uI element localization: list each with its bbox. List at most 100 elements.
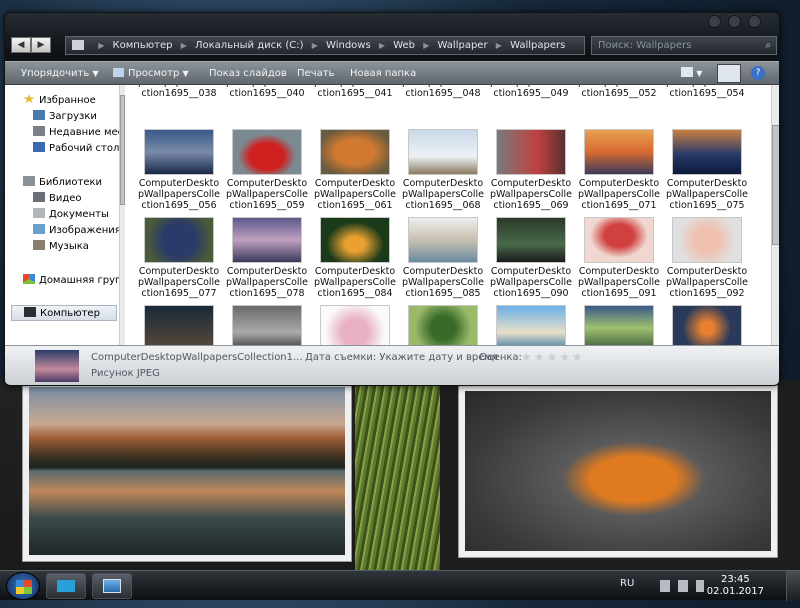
desktop-photo-orange-car [458, 384, 778, 558]
rating-stars[interactable]: ★★★★★ [521, 350, 585, 364]
change-view-icon[interactable]: ▼ [681, 62, 702, 85]
nav-desktop[interactable]: Рабочий стол [33, 141, 119, 157]
selected-thumbnail [35, 350, 79, 382]
file-item[interactable]: ComputerDesktopWallpapersCollection1695_… [225, 129, 309, 211]
picture-icon [103, 579, 121, 593]
file-thumbnail [584, 305, 654, 345]
picture-icon [113, 68, 124, 77]
file-item[interactable]: ComputerDesktopWallpapersCollection1695_… [665, 85, 749, 99]
file-thumbnail [672, 129, 742, 175]
nav-documents[interactable]: Документы [33, 207, 109, 223]
file-item[interactable]: ComputerDesktopWallpapersCollection1695_… [489, 129, 573, 211]
print-button[interactable]: Печать [297, 62, 334, 85]
file-item[interactable]: ComputerDesktopWallpapersCollection1695_… [137, 129, 221, 211]
date-taken-label[interactable]: Дата съемки: Укажите дату и время [305, 352, 498, 363]
file-item[interactable] [225, 305, 309, 345]
search-placeholder: Поиск: Wallpapers [598, 40, 692, 51]
nav-scrollbar[interactable] [119, 85, 125, 345]
file-name: ComputerDesktopWallpapersCollection1695_… [226, 85, 308, 99]
file-item[interactable]: ComputerDesktopWallpapersCollection1695_… [401, 217, 485, 299]
file-item[interactable] [137, 305, 221, 345]
nav-video[interactable]: Видео [33, 191, 82, 207]
content-area: Избранное Загрузки Недавние места Рабочи… [5, 85, 779, 345]
breadcrumb-wallpapers[interactable]: Wallpapers [510, 40, 565, 51]
breadcrumb-windows[interactable]: Windows [326, 40, 371, 51]
nav-downloads[interactable]: Загрузки [33, 109, 97, 125]
close-button[interactable] [748, 15, 761, 28]
slideshow-button[interactable]: Показ слайдов [209, 62, 287, 85]
file-item[interactable]: ComputerDesktopWallpapersCollection1695_… [137, 217, 221, 299]
file-item[interactable]: ComputerDesktopWallpapersCollection1695_… [137, 85, 221, 99]
file-thumbnail [672, 305, 742, 345]
file-item[interactable] [489, 305, 573, 345]
volume-icon[interactable] [696, 580, 704, 592]
file-thumbnail [144, 217, 214, 263]
file-grid: ComputerDesktopWallpapersCollection1695_… [137, 85, 771, 345]
file-name: ComputerDesktopWallpapersCollection1695_… [666, 85, 748, 99]
search-input[interactable]: Поиск: Wallpapers ⌕ [591, 36, 777, 55]
file-item[interactable]: ComputerDesktopWallpapersCollection1695_… [401, 85, 485, 99]
organize-menu[interactable]: Упорядочить ▼ [21, 62, 99, 85]
taskbar-photo-viewer-button[interactable] [92, 573, 132, 599]
nav-computer[interactable]: Компьютер [11, 305, 117, 321]
grid-scrollbar[interactable] [771, 85, 779, 345]
file-item[interactable]: ComputerDesktopWallpapersCollection1695_… [225, 85, 309, 99]
nav-libraries[interactable]: Библиотеки [23, 175, 102, 191]
selected-filetype: Рисунок JPEG [91, 368, 160, 379]
breadcrumb-web[interactable]: Web [393, 40, 415, 51]
action-center-icon[interactable] [660, 580, 670, 592]
file-item[interactable]: ComputerDesktopWallpapersCollection1695_… [401, 129, 485, 211]
file-item[interactable]: ComputerDesktopWallpapersCollection1695_… [489, 85, 573, 99]
file-item[interactable]: ComputerDesktopWallpapersCollection1695_… [313, 217, 397, 299]
nav-music[interactable]: Музыка [33, 239, 89, 255]
start-button[interactable] [6, 572, 40, 600]
nav-recent[interactable]: Недавние места [33, 125, 122, 141]
forward-button[interactable]: ▶ [31, 37, 51, 53]
homegroup-icon [23, 274, 35, 284]
view-menu[interactable]: Просмотр ▼ [113, 62, 189, 85]
breadcrumb-local-disk[interactable]: Локальный диск (C:) [195, 40, 304, 51]
nav-favorites[interactable]: Избранное [23, 93, 96, 109]
file-item[interactable]: ComputerDesktopWallpapersCollection1695_… [665, 217, 749, 299]
network-icon[interactable] [678, 580, 688, 592]
back-button[interactable]: ◀ [11, 37, 31, 53]
minimize-button[interactable] [708, 15, 721, 28]
address-row: ◀ ▶ ▶ Компьютер ▶ Локальный диск (C:) ▶ … [9, 35, 777, 57]
file-item[interactable] [665, 305, 749, 345]
show-desktop-button[interactable] [786, 571, 800, 601]
language-indicator[interactable]: RU [620, 578, 634, 608]
taskbar-explorer-button[interactable] [46, 573, 86, 599]
library-icon [23, 176, 35, 186]
file-item[interactable]: ComputerDesktopWallpapersCollection1695_… [313, 85, 397, 99]
file-item[interactable]: ComputerDesktopWallpapersCollection1695_… [577, 85, 661, 99]
file-thumbnail [672, 217, 742, 263]
taskbar: RU 23:45 02.01.2017 [0, 570, 800, 601]
file-item[interactable]: ComputerDesktopWallpapersCollection1695_… [577, 217, 661, 299]
video-icon [33, 192, 45, 202]
file-item[interactable] [577, 305, 661, 345]
file-item[interactable] [401, 305, 485, 345]
rating-label: Оценка: [479, 352, 522, 363]
preview-pane-icon[interactable] [717, 64, 741, 83]
file-item[interactable] [313, 305, 397, 345]
file-name: ComputerDesktopWallpapersCollection1695_… [489, 266, 573, 299]
address-bar[interactable]: ▶ Компьютер ▶ Локальный диск (C:) ▶ Wind… [65, 36, 585, 55]
breadcrumb-computer[interactable]: Компьютер [113, 40, 173, 51]
file-item[interactable]: ComputerDesktopWallpapersCollection1695_… [489, 217, 573, 299]
chevron-down-icon: ▼ [92, 69, 99, 78]
breadcrumb-wallpaper[interactable]: Wallpaper [438, 40, 488, 51]
file-item[interactable]: ComputerDesktopWallpapersCollection1695_… [313, 129, 397, 211]
file-thumbnail [232, 129, 302, 175]
clock[interactable]: 23:45 02.01.2017 [707, 574, 764, 598]
file-item[interactable]: ComputerDesktopWallpapersCollection1695_… [225, 217, 309, 299]
maximize-button[interactable] [728, 15, 741, 28]
help-icon[interactable]: ? [751, 66, 765, 80]
file-name: ComputerDesktopWallpapersCollection1695_… [402, 85, 484, 99]
nav-images[interactable]: Изображения [33, 223, 121, 239]
file-item[interactable]: ComputerDesktopWallpapersCollection1695_… [577, 129, 661, 211]
file-name: ComputerDesktopWallpapersCollection1695_… [225, 178, 309, 211]
file-name: ComputerDesktopWallpapersCollection1695_… [138, 85, 220, 99]
nav-homegroup[interactable]: Домашняя группа [23, 273, 122, 289]
file-item[interactable]: ComputerDesktopWallpapersCollection1695_… [665, 129, 749, 211]
new-folder-button[interactable]: Новая папка [350, 62, 416, 85]
